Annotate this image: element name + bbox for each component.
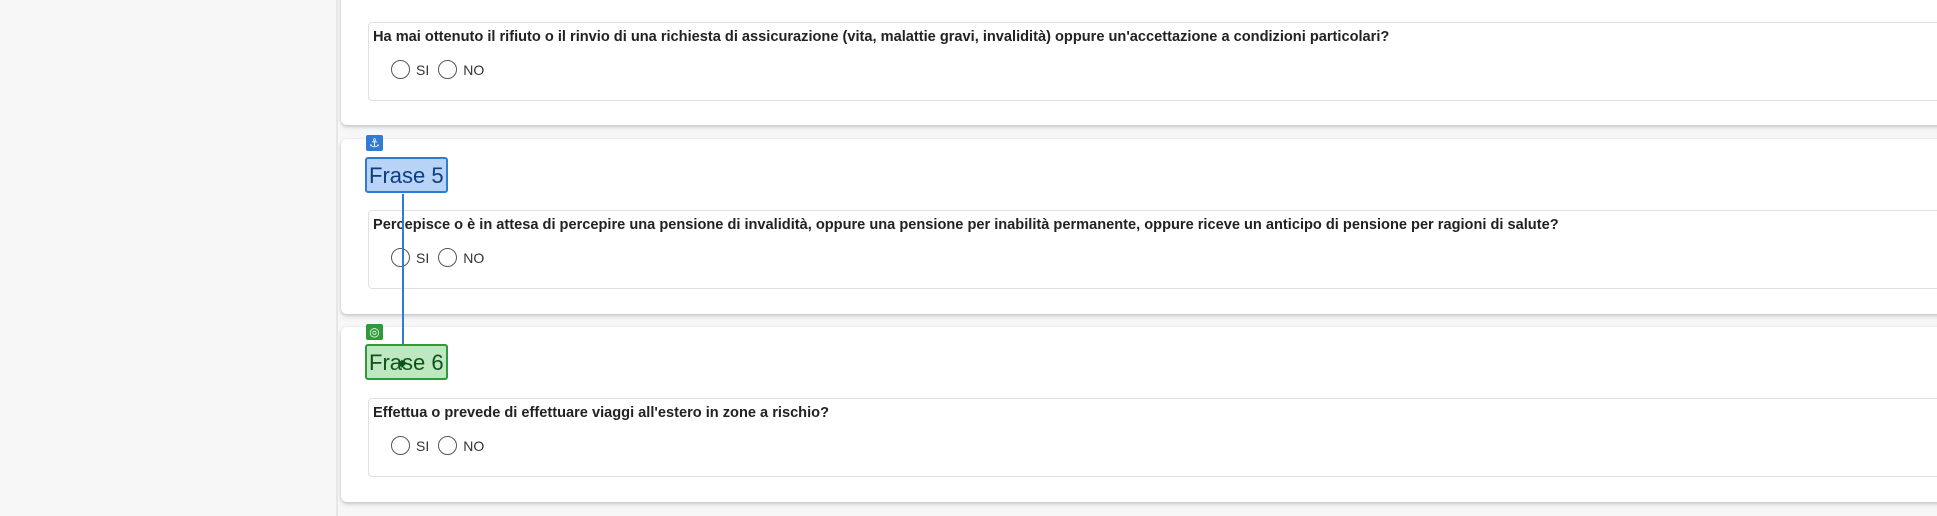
radio-group-3: SI NO [391, 436, 493, 455]
panel-divider [336, 0, 338, 516]
radio-no-3[interactable] [438, 436, 458, 455]
question-text-3: Effettua o prevede di effettuare viaggi … [373, 405, 829, 421]
question-box-3: Effettua o prevede di effettuare viaggi … [368, 398, 1937, 477]
anchor-icon[interactable]: ⚓ [366, 135, 383, 151]
question-box-1: Ha mai ottenuto il rifiuto o il rinvio d… [368, 22, 1937, 101]
option-label-si-2: SI [416, 249, 430, 266]
option-label-si-3: SI [416, 437, 430, 454]
radio-si-1[interactable] [391, 60, 410, 79]
option-label-no-1: NO [463, 61, 485, 78]
option-label-no-3: NO [463, 437, 485, 454]
question-card-2: Percepisce o è in attesa di percepire un… [341, 139, 1937, 314]
option-label-no-2: NO [463, 249, 485, 266]
radio-no-1[interactable] [438, 60, 458, 79]
question-text-2: Percepisce o è in attesa di percepire un… [373, 217, 1559, 233]
move-handle-icon[interactable]: ⬥ [396, 357, 408, 369]
radio-si-3[interactable] [391, 436, 410, 455]
radio-si-2[interactable] [391, 248, 410, 267]
link-connector-line [402, 194, 404, 347]
radio-no-2[interactable] [438, 248, 458, 267]
question-box-2: Percepisce o è in attesa di percepire un… [368, 210, 1937, 289]
radio-group-2: SI NO [391, 248, 493, 267]
left-panel [0, 0, 253, 516]
question-text-1: Ha mai ottenuto il rifiuto o il rinvio d… [373, 29, 1390, 45]
option-label-si-1: SI [416, 61, 430, 78]
question-card-1: Ha mai ottenuto il rifiuto o il rinvio d… [341, 0, 1937, 125]
question-card-3: Effettua o prevede di effettuare viaggi … [341, 327, 1937, 502]
radio-group-1: SI NO [391, 60, 493, 79]
frase-5-label[interactable]: Frase 5 [365, 157, 448, 193]
target-icon[interactable]: ◎ [366, 324, 383, 340]
